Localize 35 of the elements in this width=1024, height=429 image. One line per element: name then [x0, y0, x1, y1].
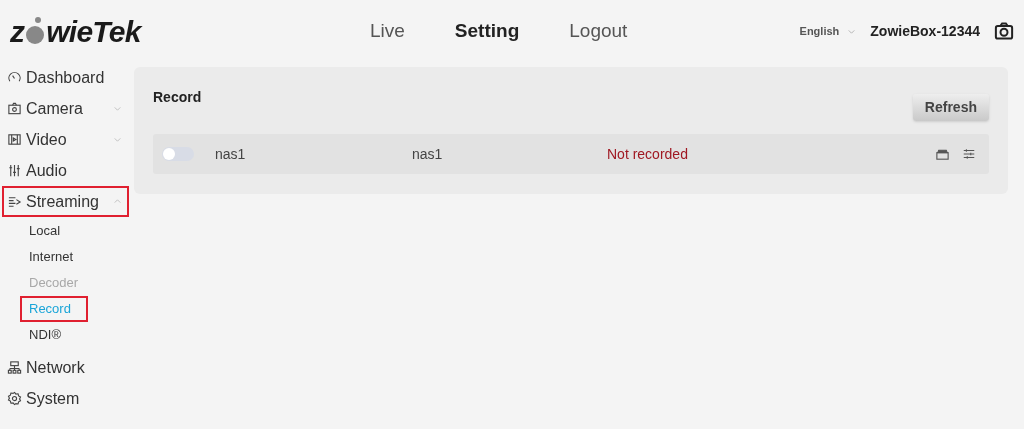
film-icon [7, 132, 22, 147]
sliders-icon [7, 163, 22, 178]
row-value: nas1 [412, 144, 444, 164]
sidebar-subitem[interactable]: Internet [20, 244, 88, 270]
camera-icon [994, 21, 1014, 41]
record-status: Not recorded [607, 144, 688, 164]
refresh-button[interactable]: Refresh [912, 94, 989, 121]
language-select[interactable]: English [799, 22, 857, 40]
logo-circle-icon [24, 16, 47, 46]
toggle-switch[interactable] [162, 147, 194, 161]
stream-icon [7, 194, 22, 209]
nav-link[interactable]: Logout [569, 16, 628, 46]
chevron-down-icon [113, 135, 122, 144]
sidebar-item[interactable]: Video [2, 124, 129, 155]
nav-link[interactable]: Setting [454, 16, 520, 46]
nav-link[interactable]: Live [370, 16, 405, 46]
sidebar-subitem[interactable]: NDI® [20, 322, 88, 348]
camera-icon [7, 101, 22, 116]
sidebar-subitem[interactable]: Local [20, 218, 88, 244]
logo-text: z [10, 13, 25, 50]
sidebar-item[interactable]: Dashboard [2, 62, 129, 93]
sidebar-item[interactable]: System [2, 383, 129, 414]
sidebar-item[interactable]: Camera [2, 93, 129, 124]
sidebar-item[interactable]: Network [2, 352, 129, 383]
sidebar-item[interactable]: Streaming [2, 186, 129, 217]
settings-icon [7, 391, 22, 406]
device-name: ZowieBox-12344 [870, 21, 980, 41]
chevron-up-icon [113, 197, 122, 206]
network-icon [7, 360, 22, 375]
sidebar-item[interactable]: Audio [2, 155, 129, 186]
sliders-icon [962, 147, 976, 161]
logo-text: wieTek [46, 13, 141, 50]
chevron-down-icon [113, 104, 122, 113]
panel-title: Record [153, 88, 202, 107]
row-name: nas1 [215, 144, 247, 164]
